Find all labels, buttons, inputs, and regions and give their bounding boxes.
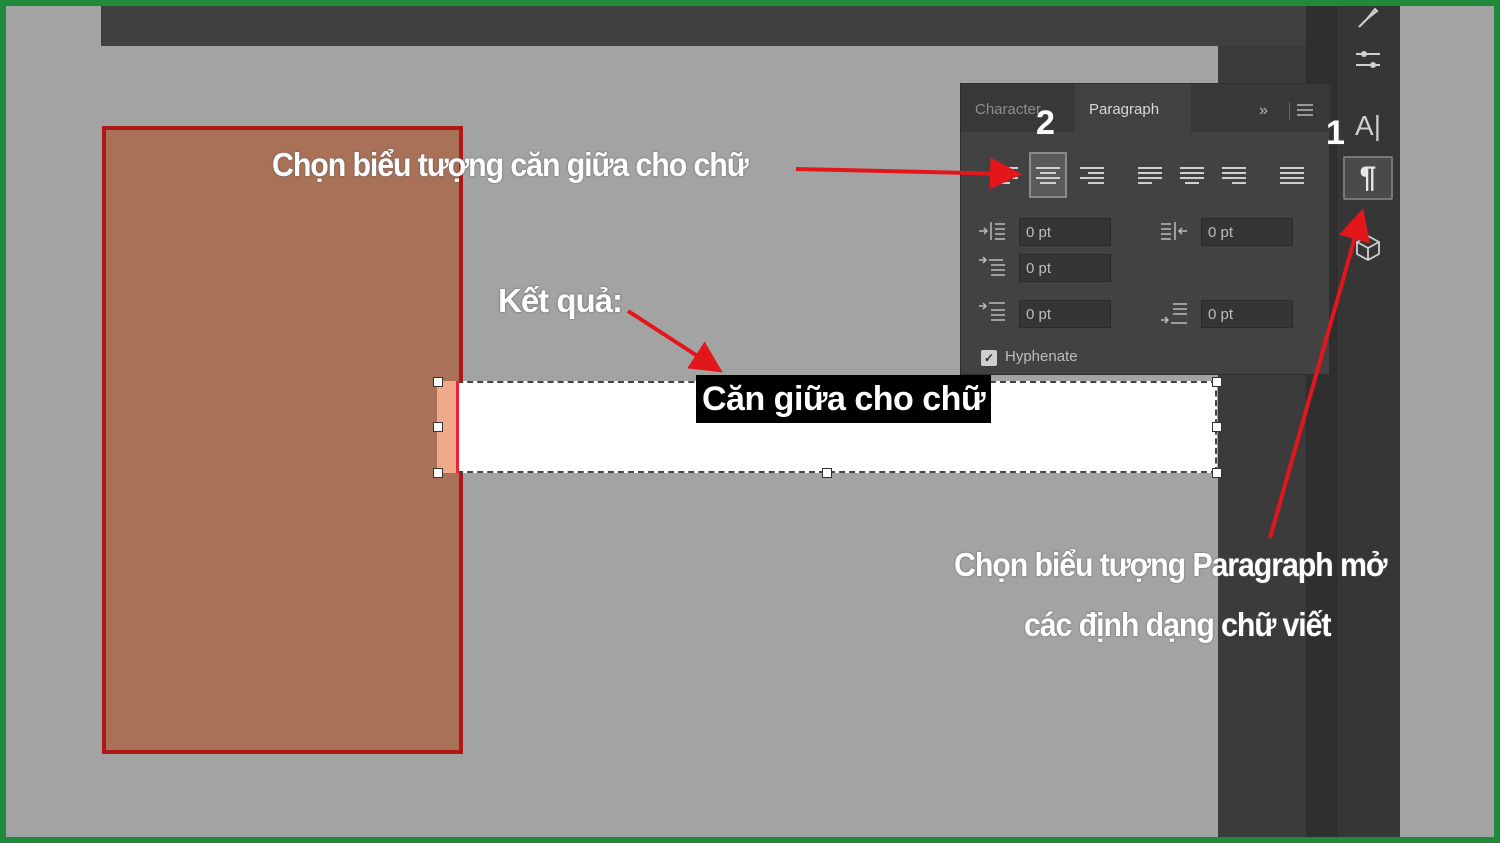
frame-handle-mid-right[interactable] xyxy=(1212,422,1222,432)
frame-handle-bottom-center[interactable] xyxy=(822,468,832,478)
canvas-top-bar xyxy=(101,6,1306,46)
left-indent-icon xyxy=(977,218,1007,244)
align-right-icon xyxy=(1080,164,1104,187)
first-line-indent-field[interactable]: 0 pt xyxy=(1019,254,1111,282)
double-chevron-right-icon[interactable]: » xyxy=(1259,102,1268,120)
justify-last-left-button[interactable] xyxy=(1131,152,1169,198)
right-indent-field[interactable]: 0 pt xyxy=(1201,218,1293,246)
left-indent-field[interactable]: 0 pt xyxy=(1019,218,1111,246)
step-number-1: 1 xyxy=(1326,114,1345,152)
panel-menu-icon[interactable] xyxy=(1297,104,1313,116)
character-icon[interactable]: A| xyxy=(1343,104,1393,148)
screenshot-frame: Căn giữa cho chữ Character Paragraph » 0… xyxy=(0,0,1500,843)
tab-paragraph[interactable]: Paragraph xyxy=(1075,84,1191,132)
justify-all-button[interactable] xyxy=(1273,152,1311,198)
selected-frame-text[interactable]: Căn giữa cho chữ xyxy=(696,375,992,423)
tab-character[interactable]: Character xyxy=(961,84,1073,132)
justify-last-center-icon xyxy=(1180,164,1204,187)
hyphenate-checkbox[interactable]: ✓ xyxy=(981,350,997,366)
frame-handle-top-left[interactable] xyxy=(433,377,443,387)
space-after-field[interactable]: 0 pt xyxy=(1201,300,1293,328)
space-before-icon xyxy=(977,300,1007,326)
hyphenate-label: Hyphenate xyxy=(1005,348,1078,365)
canvas-far-right xyxy=(1400,6,1494,837)
rectangle-shape[interactable] xyxy=(102,126,463,754)
3d-cube-icon[interactable] xyxy=(1343,226,1393,270)
frame-handle-mid-left[interactable] xyxy=(433,422,443,432)
first-line-indent-icon xyxy=(977,254,1007,280)
right-indent-icon xyxy=(1159,218,1189,244)
annotation-result: Kết quả: xyxy=(498,282,623,319)
space-before-field[interactable]: 0 pt xyxy=(1019,300,1111,328)
tool-column: A| ¶ xyxy=(1336,6,1400,837)
properties-icon[interactable] xyxy=(1343,38,1393,82)
annotation-paragraph-line-1: Chọn biểu tượng Paragraph mở xyxy=(954,546,1387,583)
justify-last-right-button[interactable] xyxy=(1215,152,1253,198)
brush-icon[interactable] xyxy=(1343,6,1393,40)
justify-last-center-button[interactable] xyxy=(1173,152,1211,198)
align-center-icon xyxy=(1036,164,1060,187)
step-number-2: 2 xyxy=(1036,104,1055,142)
paragraph-panel: Character Paragraph » 0 pt 0 pt 0 pt 0 p… xyxy=(960,83,1331,375)
frame-handle-bottom-right[interactable] xyxy=(1212,468,1222,478)
align-left-button[interactable] xyxy=(987,152,1025,198)
justify-all-icon xyxy=(1280,164,1304,187)
panel-divider xyxy=(1289,102,1290,120)
arrow-to-result xyxy=(626,309,723,373)
align-right-button[interactable] xyxy=(1073,152,1111,198)
annotation-paragraph-line-2: các định dạng chữ viết xyxy=(1024,606,1332,643)
paragraph-icon[interactable]: ¶ xyxy=(1343,156,1393,200)
justify-last-right-icon xyxy=(1222,164,1246,187)
frame-handle-bottom-left[interactable] xyxy=(433,468,443,478)
align-center-button[interactable] xyxy=(1029,152,1067,198)
justify-last-left-icon xyxy=(1138,164,1162,187)
frame-handle-top-right[interactable] xyxy=(1212,377,1222,387)
panel-tab-bar: Character Paragraph » xyxy=(961,84,1331,132)
align-left-icon xyxy=(994,164,1018,187)
space-after-icon xyxy=(1159,300,1189,326)
annotation-center-align: Chọn biểu tượng căn giữa cho chữ xyxy=(272,146,749,183)
